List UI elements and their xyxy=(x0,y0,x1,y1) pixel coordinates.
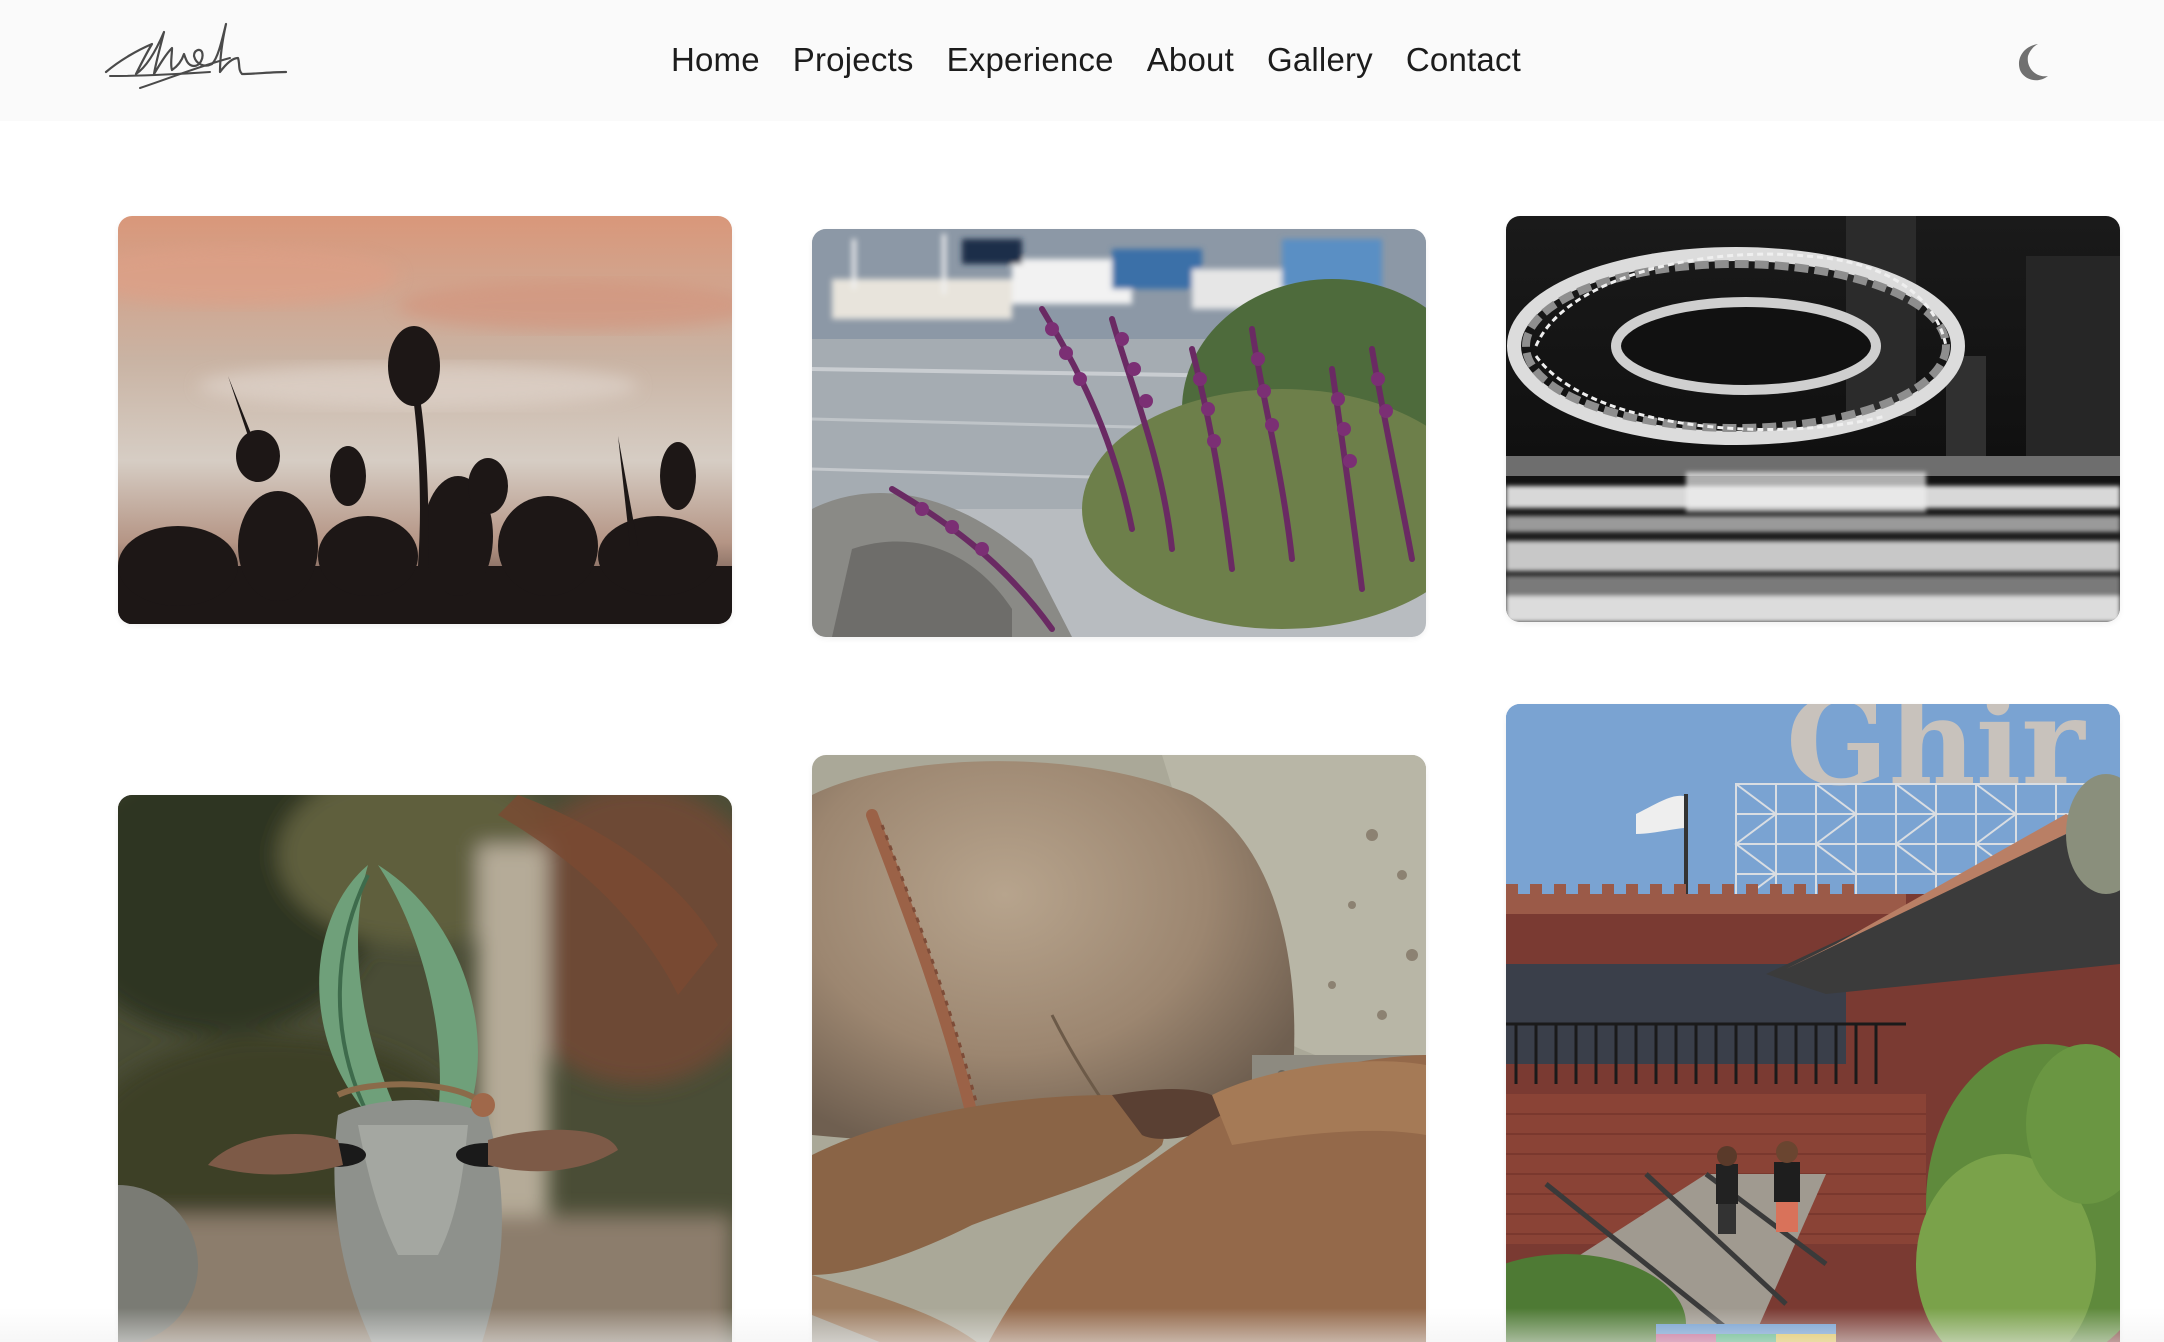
signature-logo[interactable] xyxy=(100,14,290,104)
photo-ghirardelli-square: Ghir xyxy=(1506,704,2120,1342)
navbar: Home Projects Experience About Gallery C… xyxy=(0,0,2164,120)
photo-sea-lions xyxy=(812,755,1426,1342)
theme-toggle-button[interactable] xyxy=(2008,38,2056,86)
photo-marina-flowers xyxy=(812,229,1426,637)
nav-links: Home Projects Experience About Gallery C… xyxy=(0,0,2164,120)
gallery-photo-museum-of-future[interactable] xyxy=(1506,216,2120,622)
page: Home Projects Experience About Gallery C… xyxy=(0,0,2164,1342)
gallery-photo-bull-green-horns[interactable] xyxy=(118,795,732,1342)
moon-icon xyxy=(2018,44,2048,81)
nav-link-experience[interactable]: Experience xyxy=(947,41,1114,79)
photo-bull-green-horns xyxy=(118,795,732,1342)
nav-link-projects[interactable]: Projects xyxy=(793,41,914,79)
gallery-photo-silhouette-plants[interactable] xyxy=(118,216,732,624)
photo-silhouette-plants xyxy=(118,216,732,624)
nav-link-about[interactable]: About xyxy=(1147,41,1234,79)
gallery-photo-marina-flowers[interactable] xyxy=(812,229,1426,637)
photo-museum-of-future xyxy=(1506,216,2120,622)
nav-link-contact[interactable]: Contact xyxy=(1406,41,1521,79)
nav-link-home[interactable]: Home xyxy=(671,41,760,79)
signature-logo-icon xyxy=(104,22,288,89)
nav-link-gallery[interactable]: Gallery xyxy=(1267,41,1373,79)
gallery-photo-ghirardelli-square[interactable]: Ghir xyxy=(1506,704,2120,1342)
gallery-photo-sea-lions[interactable] xyxy=(812,755,1426,1342)
